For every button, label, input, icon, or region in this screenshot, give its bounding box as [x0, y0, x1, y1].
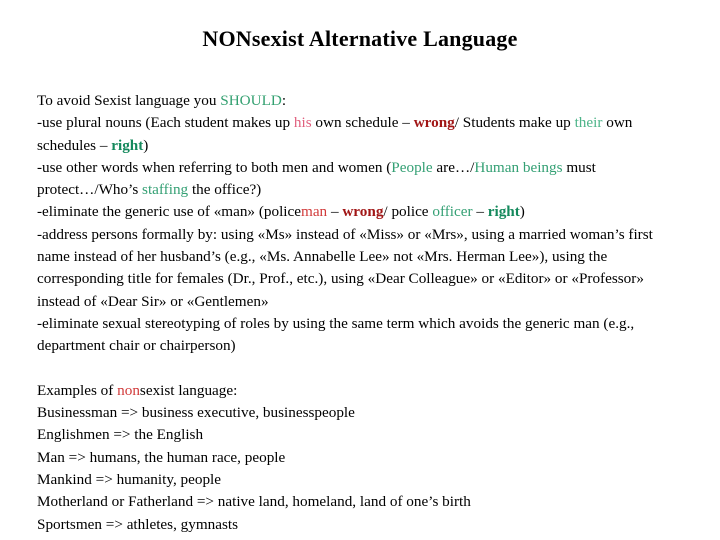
other-words-part-2: are…/ [432, 158, 475, 176]
page-title: NONsexist Alternative Language [202, 26, 518, 51]
generic-man-part-3: / police [383, 203, 433, 221]
keyword-should: SHOULD [220, 92, 282, 109]
paragraph-stereotyping: -eliminate sexual stereotyping of roles … [37, 314, 635, 355]
other-words-part-1: -use other words when referring to both … [37, 158, 392, 176]
slide-body: To avoid Sexist language you SHOULD: -us… [37, 90, 687, 536]
keyword-his: his [293, 114, 312, 132]
generic-man-part-1: -eliminate the generic use of «man» (pol… [37, 203, 301, 221]
example-line: Mankind => humanity, people [37, 471, 222, 489]
keyword-their: their [574, 114, 603, 132]
plural-part-1: -use plural nouns (Each student makes up [37, 114, 294, 132]
example-line: Businessman => business executive, busin… [37, 404, 355, 422]
paragraph-address-persons: -address persons formally by: using «Ms»… [37, 225, 653, 310]
plural-part-5: ) [143, 136, 149, 154]
slide-canvas: NONsexist Alternative Language To avoid … [0, 0, 720, 540]
keyword-non: non [117, 381, 140, 399]
keyword-right-1: right [111, 136, 144, 154]
plural-part-3: / Students make up [454, 114, 575, 132]
keyword-man-suffix: man [301, 203, 328, 221]
keyword-wrong-2: wrong [342, 203, 384, 221]
generic-man-part-4: – [472, 203, 488, 221]
paragraph-intro: To avoid Sexist language you SHOULD: [37, 90, 687, 112]
keyword-staffing: staffing [142, 181, 189, 199]
paragraph-generic-man: -eliminate the generic use of «man» (pol… [37, 201, 687, 223]
examples-heading: Examples of nonsexist language: [37, 380, 687, 402]
intro-lead-text: To avoid Sexist language you [37, 92, 221, 109]
keyword-wrong-1: wrong [413, 114, 455, 132]
generic-man-part-2: – [327, 203, 343, 221]
keyword-human-beings: Human beings [474, 158, 563, 176]
plural-part-2: own schedule – [311, 114, 414, 132]
example-line: Man => humans, the human race, people [37, 448, 286, 466]
example-line: Motherland or Fatherland => native land,… [37, 493, 471, 511]
spacer-line [37, 358, 687, 380]
keyword-people: People [391, 158, 433, 176]
paragraph-other-words: -use other words when referring to both … [37, 157, 687, 202]
intro-colon: : [281, 92, 287, 109]
keyword-right-2: right [487, 203, 520, 221]
examples-heading-part-2: sexist language: [139, 381, 238, 399]
keyword-officer: officer [432, 203, 473, 221]
example-line: Englishmen => the English [37, 426, 204, 444]
example-line: Sportsmen => athletes, gymnasts [37, 515, 239, 533]
paragraph-plural-nouns: -use plural nouns (Each student makes up… [37, 112, 687, 157]
other-words-part-4: the office?) [188, 181, 262, 199]
examples-heading-part-1: Examples of [37, 381, 118, 399]
generic-man-part-5: ) [519, 203, 525, 221]
